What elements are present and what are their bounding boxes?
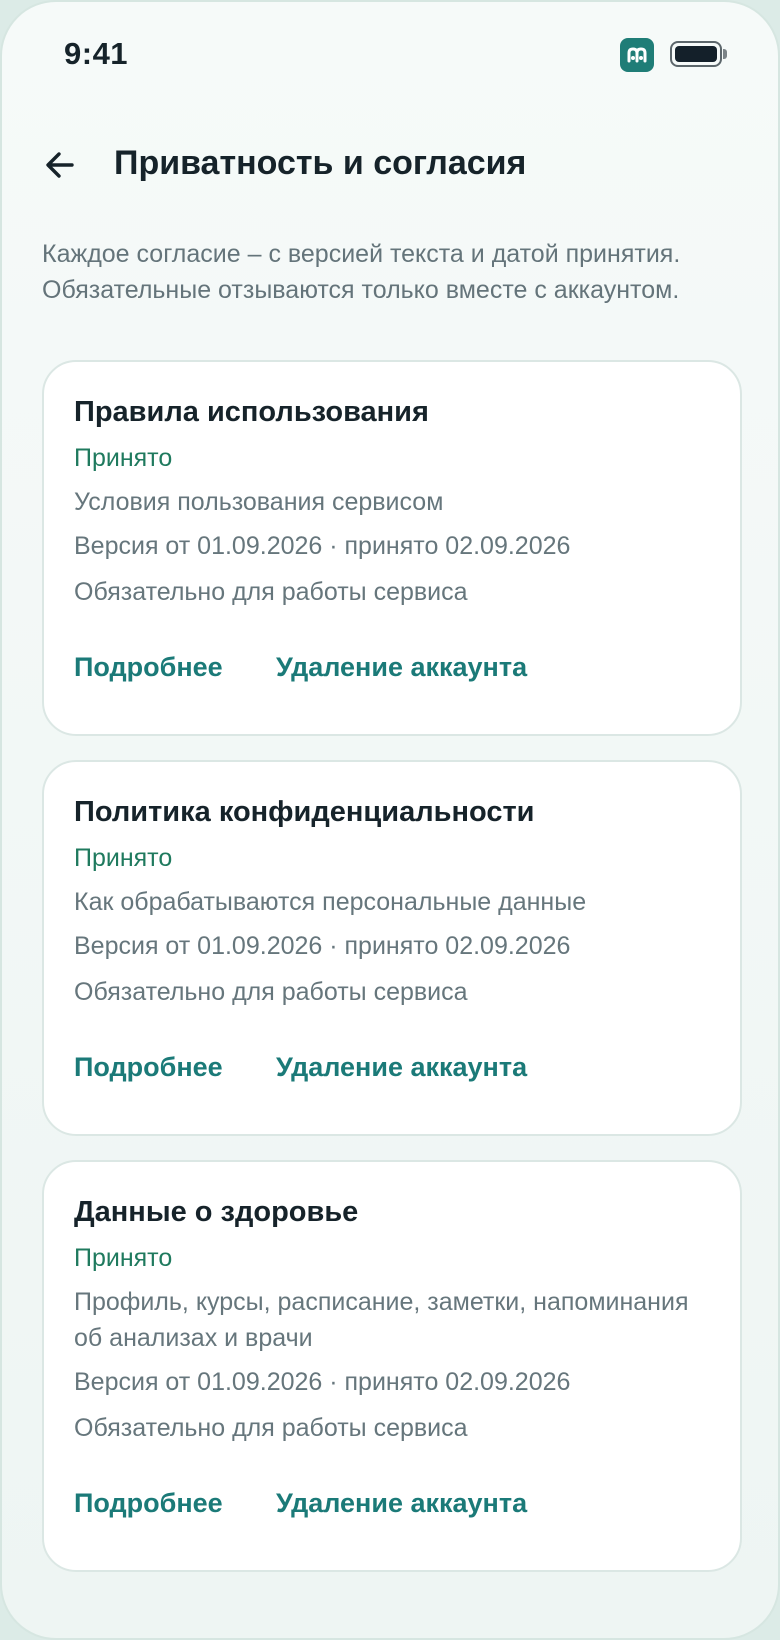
consent-version: Версия от 01.09.2026 · принято 02.09.202… xyxy=(74,532,571,560)
phone-screen: 9:41 Приватность и согласия Каждое согла… xyxy=(0,0,780,1640)
consent-description: Условия пользования сервисом xyxy=(74,488,444,516)
back-button[interactable] xyxy=(40,142,86,188)
consent-title: Правила использования xyxy=(74,396,429,428)
battery-icon xyxy=(670,41,722,67)
consent-version: Версия от 01.09.2026 · принято 02.09.202… xyxy=(74,932,571,960)
consent-title: Данные о здоровье xyxy=(74,1196,359,1228)
consent-card-privacy: Политика конфиденциальности Принято Как … xyxy=(42,760,742,1136)
delete-account-link[interactable]: Удаление аккаунта xyxy=(276,1052,527,1083)
consent-status: Принято xyxy=(74,844,173,872)
arrow-left-icon xyxy=(46,152,74,178)
consent-status: Принято xyxy=(74,1244,173,1272)
delete-account-link[interactable]: Удаление аккаунта xyxy=(276,652,527,683)
consent-card-terms: Правила использования Принято Условия по… xyxy=(42,360,742,736)
details-link[interactable]: Подробнее xyxy=(74,1488,223,1519)
app-badge-icon xyxy=(620,38,654,72)
intro-text: Каждое согласие – с версией текста и дат… xyxy=(42,240,681,304)
battery-level xyxy=(675,46,717,62)
page-title: Приватность и согласия xyxy=(114,144,527,182)
consent-title: Политика конфиденциальности xyxy=(74,796,535,828)
consent-description: Профиль, курсы, расписание, заметки, нап… xyxy=(74,1288,689,1352)
consent-required-note: Обязательно для работы сервиса xyxy=(74,1414,468,1442)
top-app-bar: Приватность и согласия xyxy=(2,132,778,202)
consent-description: Как обрабатываются персональные данные xyxy=(74,888,587,916)
details-link[interactable]: Подробнее xyxy=(74,652,223,683)
status-time: 9:41 xyxy=(64,36,129,71)
consent-status: Принято xyxy=(74,444,173,472)
consent-required-note: Обязательно для работы сервиса xyxy=(74,578,468,606)
consent-required-note: Обязательно для работы сервиса xyxy=(74,978,468,1006)
consent-card-health-data: Данные о здоровье Принято Профиль, курсы… xyxy=(42,1160,742,1572)
consent-version: Версия от 01.09.2026 · принято 02.09.202… xyxy=(74,1368,571,1396)
battery-tip xyxy=(723,49,727,59)
details-link[interactable]: Подробнее xyxy=(74,1052,223,1083)
status-bar: 9:41 xyxy=(2,2,778,110)
delete-account-link[interactable]: Удаление аккаунта xyxy=(276,1488,527,1519)
